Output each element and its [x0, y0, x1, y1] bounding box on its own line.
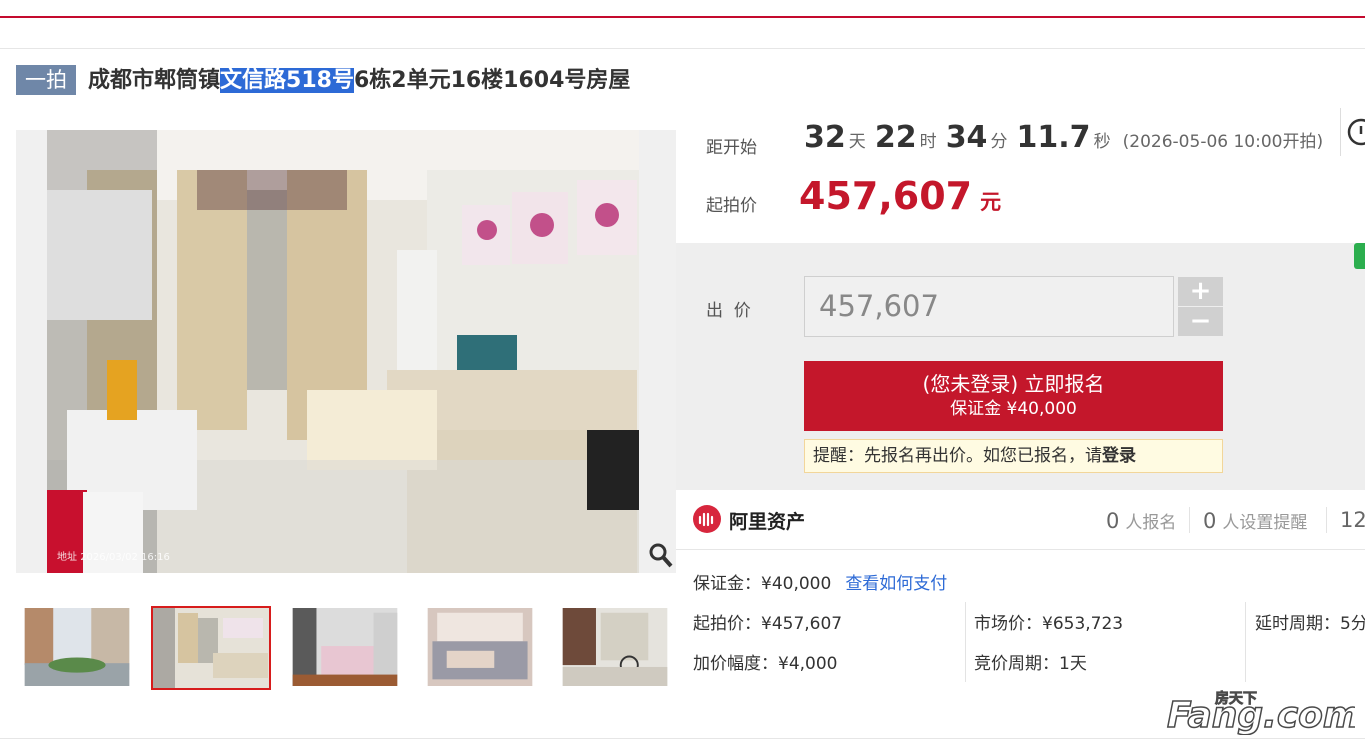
thumbnail-image — [562, 608, 668, 686]
start-price: 457,607 元 — [799, 174, 1001, 218]
bid-label: 出 价 — [706, 301, 751, 321]
increment-info: 加价幅度：¥4,000 — [693, 654, 838, 674]
ali-assets-logo-icon — [693, 505, 721, 533]
countdown-label: 距开始 — [706, 138, 757, 158]
column-divider — [965, 602, 966, 682]
fang-watermark-logo: Fang.com 房天下 — [1165, 687, 1361, 737]
stats-divider — [676, 549, 1365, 550]
title-suffix: 6栋2单元16楼1604号房屋 — [353, 68, 631, 93]
start-price-value: 457,607 — [799, 174, 973, 218]
page-title: 成都市郫筒镇文信路518号6栋2单元16楼1604号房屋 — [88, 64, 630, 98]
footer-divider — [0, 738, 1365, 739]
start-price-unit: 元 — [980, 190, 1002, 214]
title-prefix: 成都市郫筒镇 — [88, 68, 221, 93]
how-to-pay-link[interactable]: 查看如何支付 — [845, 574, 947, 594]
login-link[interactable]: 登录 — [1102, 446, 1136, 466]
start-price-info: 起拍价：¥457,607 — [693, 614, 843, 634]
days-unit: 天 — [848, 132, 866, 152]
thumbnail-4[interactable] — [425, 606, 535, 688]
register-button[interactable]: (您未登录) 立即报名 保证金 ¥40,000 — [804, 361, 1223, 431]
living-room-image — [47, 130, 639, 573]
platform-name: 阿里资产 — [729, 511, 806, 533]
login-reminder: 提醒：先报名再出价。如您已报名，请登录 — [804, 439, 1223, 473]
stat-divider — [1326, 507, 1327, 533]
bid-cycle-info: 竞价周期：1天 — [974, 654, 1087, 674]
minutes-unit: 分 — [990, 132, 1008, 152]
decrease-bid-button[interactable]: − — [1178, 307, 1223, 336]
auction-round-badge: 一拍 — [16, 65, 76, 95]
seconds-unit: 秒 — [1093, 132, 1111, 152]
svg-text:房天下: 房天下 — [1215, 690, 1257, 707]
zoom-icon[interactable] — [648, 541, 674, 569]
market-price-info: 市场价：¥653,723 — [974, 614, 1124, 634]
register-button-label: (您未登录) 立即报名 — [922, 372, 1105, 396]
deposit-info: 保证金：¥40,000 查看如何支付 — [693, 574, 948, 594]
reminders-stat: 0 人设置提醒 — [1203, 509, 1308, 533]
increase-bid-button[interactable]: + — [1178, 277, 1223, 306]
thumbnail-image — [427, 608, 533, 686]
alarm-clock-icon[interactable] — [1340, 108, 1365, 156]
top-accent-line — [0, 16, 1365, 18]
countdown-minutes: 34 — [945, 120, 988, 155]
delay-cycle-info: 延时周期：5分 — [1255, 614, 1365, 634]
thumbnail-image — [24, 608, 130, 686]
side-tab[interactable] — [1354, 243, 1365, 269]
main-photo[interactable]: 地址 2026/03/02 16:16 — [47, 130, 639, 573]
svg-text:Fang.com: Fang.com — [1167, 695, 1355, 735]
thumbnail-1[interactable] — [22, 606, 132, 688]
countdown-days: 32 — [804, 120, 846, 155]
thumbnail-image — [292, 608, 398, 686]
views-stat: 12 — [1340, 508, 1365, 532]
countdown-seconds: 11.7 — [1016, 120, 1091, 155]
start-price-label: 起拍价 — [706, 196, 757, 216]
countdown-hours: 22 — [874, 120, 917, 155]
signups-stat: 0 人报名 — [1106, 509, 1177, 533]
register-deposit-label: 保证金 ¥40,000 — [950, 399, 1077, 419]
title-highlight: 文信路518号 — [220, 68, 354, 93]
header-divider — [0, 48, 1365, 49]
thumbnail-2-selected[interactable] — [151, 606, 271, 690]
stat-divider — [1189, 507, 1190, 533]
thumbnail-5[interactable] — [560, 606, 670, 688]
countdown-timer: 32 天 22 时 34 分 11.7 秒 (2026-05-06 10:00开拍) — [804, 120, 1323, 155]
reminder-text: 提醒：先报名再出价。如您已报名，请 — [813, 446, 1102, 466]
photo-timestamp: 地址 2026/03/02 16:16 — [57, 552, 170, 563]
bid-amount-input[interactable]: 457,607 — [804, 276, 1174, 337]
thumbnail-3[interactable] — [290, 606, 400, 688]
column-divider — [1245, 602, 1246, 682]
hours-unit: 时 — [919, 132, 937, 152]
thumbnail-image — [153, 608, 269, 688]
start-time-note: (2026-05-06 10:00开拍) — [1122, 132, 1324, 152]
